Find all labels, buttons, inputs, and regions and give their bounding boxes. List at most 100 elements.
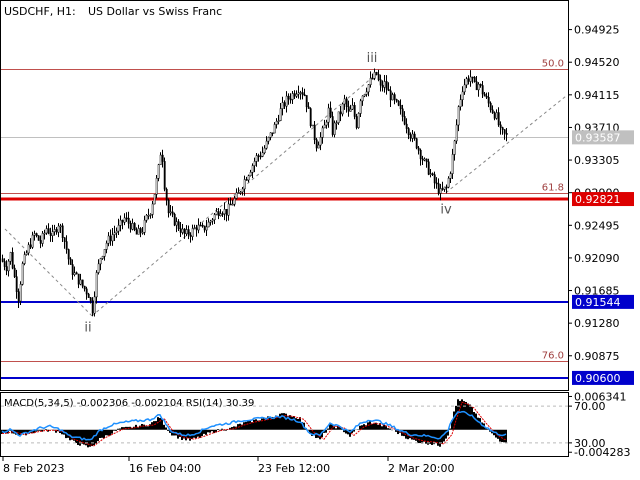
candle [415, 137, 418, 150]
candle-body [131, 223, 134, 230]
candle-body [399, 104, 402, 110]
candle-body [293, 93, 296, 97]
candle-body [3, 261, 6, 267]
candle-body [297, 92, 300, 95]
candle-body [175, 221, 178, 226]
candle-body [179, 228, 182, 233]
price-tick-label: 0.92090 [574, 252, 620, 265]
candle-body [135, 229, 138, 235]
candle-body [465, 78, 468, 86]
candle-body [273, 124, 276, 134]
candle-body [393, 94, 396, 100]
candle-body [371, 77, 374, 80]
candle-body [447, 178, 450, 188]
candle-body [77, 273, 80, 285]
level-price-label-2: 0.90600 [575, 372, 621, 385]
candle-body [125, 217, 128, 220]
candle-body [25, 252, 28, 255]
candle-body [291, 93, 294, 100]
candle-body [413, 133, 416, 139]
candle-body [359, 100, 362, 114]
time-tick-label: 23 Feb 12:00 [258, 462, 330, 475]
candle-body [59, 225, 62, 228]
candle-body [261, 152, 264, 157]
time-tick-label: 8 Feb 2023 [3, 462, 64, 475]
candle-body [241, 188, 244, 193]
candle-body [485, 95, 488, 98]
osc-tick-label: -0.004283 [574, 446, 630, 459]
candle-body [271, 132, 274, 134]
candle-body [215, 211, 218, 215]
price-tick-label: 0.94520 [574, 56, 620, 69]
candle-body [327, 107, 330, 123]
candle-body [75, 272, 78, 275]
candle-body [89, 297, 92, 301]
candle-body [173, 213, 176, 226]
candle-body [205, 226, 208, 231]
candle-body [301, 92, 304, 96]
candle-body [497, 112, 500, 126]
candle-body [391, 94, 394, 101]
candle-body [169, 211, 172, 214]
candle-body [491, 109, 494, 114]
candle-body [67, 249, 70, 260]
candle-body [443, 186, 446, 190]
candle-body [45, 228, 48, 234]
wave-label-iii: iii [367, 51, 378, 66]
candle-body [417, 147, 420, 151]
candle-body [13, 267, 16, 277]
candle-body [31, 234, 34, 248]
candle-body [43, 232, 46, 235]
candle-body [321, 127, 324, 138]
candle-body [473, 77, 476, 83]
candle-body [319, 137, 322, 146]
candle-body [91, 300, 94, 314]
candle-body [143, 219, 146, 233]
candle-body [47, 228, 50, 234]
candle-body [333, 122, 336, 135]
candle-body [161, 154, 164, 162]
candle-body [21, 263, 24, 285]
candle-body [111, 234, 114, 242]
candle-body [29, 244, 32, 248]
oscillator-title: MACD(5,34,5) -0.002306 -0.002104 RSI(14)… [4, 398, 254, 409]
candle-body [185, 229, 188, 234]
candle-body [501, 127, 504, 130]
candle-body [105, 242, 108, 250]
candle-body [289, 98, 292, 101]
candle-body [463, 84, 466, 93]
candle-body [505, 133, 508, 135]
candle-body [7, 260, 10, 272]
candle-body [19, 284, 22, 302]
candle-body [227, 203, 230, 216]
candle-body [63, 237, 66, 242]
candle-body [41, 233, 44, 244]
candle-body [475, 81, 478, 91]
candle-body [127, 217, 130, 224]
price-tick-label: 0.93305 [574, 154, 620, 167]
candle-body [163, 161, 166, 190]
candle-body [435, 182, 438, 185]
candle-body [305, 95, 308, 108]
chart-symbol: USDCHF, H1: [4, 5, 76, 18]
candle-body [263, 147, 266, 154]
candle-body [467, 78, 470, 82]
fib-label-76.0: 76.0 [542, 351, 564, 362]
candle-body [381, 84, 384, 88]
candle-body [379, 79, 382, 86]
candle-body [121, 219, 124, 223]
candle-body [195, 227, 198, 231]
candle-body [191, 228, 194, 237]
candle-body [439, 188, 442, 194]
candle-body [403, 116, 406, 125]
candle-body [117, 225, 120, 232]
candle-body [119, 219, 122, 226]
candle-body [337, 111, 340, 123]
candle-body [367, 84, 370, 93]
candle-body [389, 90, 392, 101]
candle [37, 235, 40, 241]
candle [163, 157, 166, 192]
candle-body [151, 203, 154, 215]
candle-body [295, 93, 298, 97]
candle-body [71, 264, 74, 275]
